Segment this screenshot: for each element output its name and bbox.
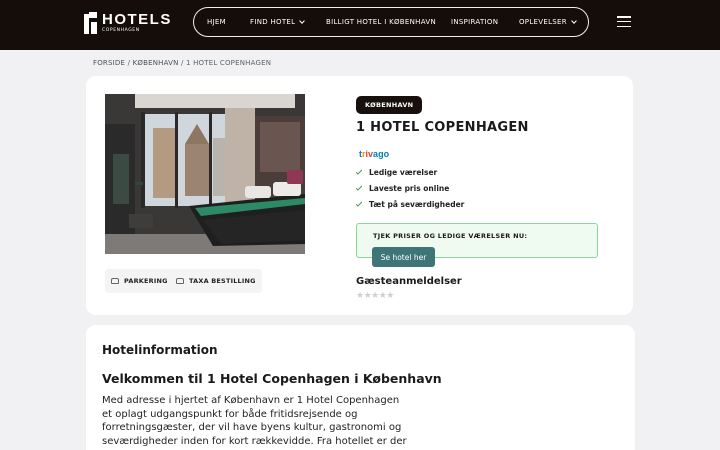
main-nav: HJEM FIND HOTEL BILLIGT HOTEL I KØBENHAV… bbox=[193, 7, 589, 37]
nav-item-oplevelser[interactable]: OPLEVELSER bbox=[519, 8, 577, 36]
breadcrumb-home[interactable]: FORSIDE bbox=[93, 59, 125, 67]
hotel-info-card: Hotelinformation Velkommen til 1 Hotel C… bbox=[86, 325, 635, 450]
check-icon bbox=[355, 168, 363, 175]
nav-item-find-hotel[interactable]: FIND HOTEL bbox=[250, 8, 306, 36]
trivago-logo: trivago bbox=[359, 149, 389, 159]
reviews-title: Gæsteanmeldelser bbox=[356, 276, 462, 287]
breadcrumb-current: 1 HOTEL COPENHAGEN bbox=[186, 59, 272, 67]
breadcrumb: FORSIDE / KØBENHAVN / 1 HOTEL COPENHAGEN bbox=[93, 59, 271, 67]
welcome-heading: Velkommen til 1 Hotel Copenhagen i Køben… bbox=[102, 371, 442, 386]
hotel-name: 1 HOTEL COPENHAGEN bbox=[356, 120, 529, 135]
site-header: HOTELS COPENHAGEN HJEM FIND HOTEL BILLIG… bbox=[0, 0, 720, 50]
city-badge[interactable]: KØBENHAVN bbox=[356, 96, 423, 114]
nav-item-inspiration[interactable]: INSPIRATION bbox=[451, 8, 498, 36]
feature-item: Ledige værelser bbox=[355, 168, 437, 177]
amenity-parkering: PARKERING bbox=[105, 269, 174, 293]
hotel-room-photo[interactable] bbox=[105, 94, 305, 254]
nav-item-billigt-hotel[interactable]: BILLIGT HOTEL I KØBENHAVN bbox=[326, 8, 436, 36]
breadcrumb-city[interactable]: KØBENHAVN bbox=[133, 59, 179, 67]
price-label: TJEK PRISER OG LEDIGE VÆRELSER NU: bbox=[373, 232, 528, 240]
taxi-icon bbox=[176, 278, 184, 284]
amenity-taxa: TAXA BESTILLING bbox=[170, 269, 262, 293]
logo-mark-icon bbox=[84, 12, 97, 34]
chevron-down-icon bbox=[299, 17, 306, 24]
feature-item: Laveste pris online bbox=[355, 184, 449, 193]
feature-item: Tæt på seværdigheder bbox=[355, 200, 464, 209]
nav-item-hjem[interactable]: HJEM bbox=[207, 8, 226, 36]
hotel-card: PARKERING TAXA BESTILLING KØBENHAVN 1 HO… bbox=[86, 76, 633, 315]
site-logo[interactable]: HOTELS COPENHAGEN bbox=[84, 12, 172, 34]
trivago-letter: o bbox=[383, 149, 390, 159]
hotel-description: Med adresse i hjertet af København er 1 … bbox=[102, 395, 407, 450]
chevron-down-icon bbox=[571, 17, 577, 24]
check-icon bbox=[355, 200, 363, 207]
logo-text: HOTELS bbox=[102, 11, 172, 29]
menu-icon[interactable] bbox=[617, 16, 631, 27]
rating-stars: ★★★★★ bbox=[356, 291, 394, 301]
section-title: Hotelinformation bbox=[102, 343, 218, 357]
car-icon bbox=[111, 278, 119, 284]
breadcrumb-separator: / bbox=[181, 59, 184, 67]
check-icon bbox=[355, 184, 363, 191]
see-hotel-button[interactable]: Se hotel her bbox=[372, 247, 435, 267]
breadcrumb-separator: / bbox=[127, 59, 131, 67]
logo-subtext: COPENHAGEN bbox=[102, 28, 140, 34]
